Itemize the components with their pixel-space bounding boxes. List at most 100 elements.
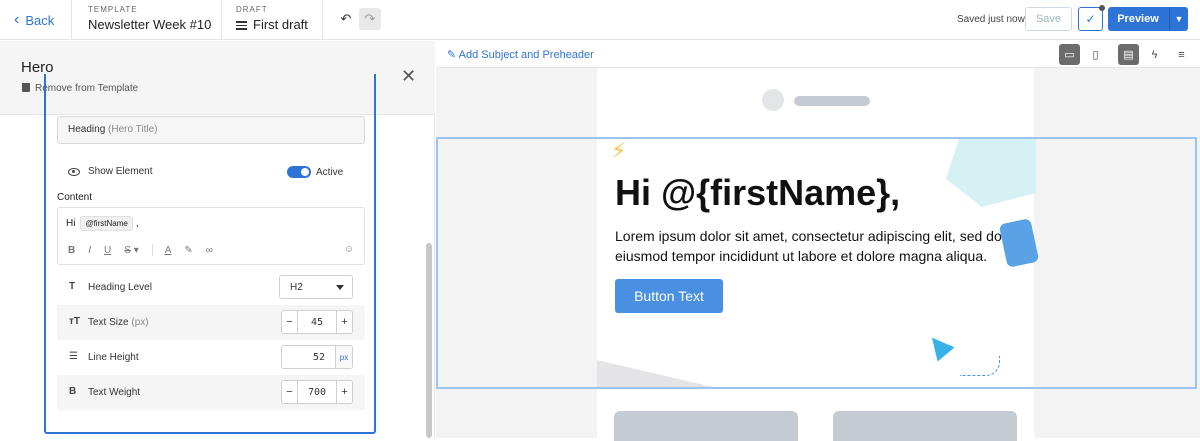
- show-element-row: Show Element: [68, 166, 152, 177]
- save-button[interactable]: Save: [1025, 7, 1072, 31]
- heading-element-field[interactable]: Heading (Hero Title): [57, 116, 365, 144]
- undo-button[interactable]: ↶: [335, 8, 357, 30]
- canvas-toolbar: ✎ Add Subject and Preheader ▭ ▯ ▤ ϟ ≡: [436, 41, 1200, 68]
- format-toolbar: B I U S ▾ A ✎ ∞: [68, 244, 226, 256]
- template-name: Newsletter Week #10: [88, 17, 212, 32]
- dashed-path-decoration: [960, 356, 1000, 376]
- show-element-label: Show Element: [88, 166, 153, 177]
- text-size-label: Text Size: [88, 317, 129, 328]
- mobile-view-button[interactable]: ▯: [1085, 44, 1106, 65]
- line-height-label: Line Height: [88, 352, 139, 363]
- text-size-label-group: Text Size (px): [88, 317, 149, 328]
- hero-button[interactable]: Button Text: [615, 279, 723, 313]
- approve-button[interactable]: ✓: [1078, 7, 1103, 31]
- panel-scrollbar[interactable]: [426, 243, 432, 438]
- line-height-input[interactable]: 52 px: [281, 345, 353, 369]
- text-weight-value[interactable]: 700: [298, 381, 336, 403]
- text-size-stepper[interactable]: − 45 +: [281, 310, 353, 334]
- pencil-icon: ✎: [447, 49, 457, 61]
- check-icon: ✓: [1085, 12, 1096, 26]
- preview-dropdown-button[interactable]: ▼: [1169, 7, 1188, 31]
- line-height-value[interactable]: 52: [282, 346, 335, 368]
- redo-icon: ↷: [364, 11, 376, 26]
- content-card-placeholder: [614, 411, 798, 441]
- bold-icon[interactable]: B: [68, 245, 75, 256]
- trash-icon: [22, 83, 30, 92]
- italic-icon[interactable]: I: [88, 245, 91, 256]
- text-weight-stepper[interactable]: − 700 +: [281, 380, 353, 404]
- text-align-button[interactable]: ≡: [1171, 44, 1192, 65]
- bold-weight-icon: B: [69, 386, 77, 397]
- active-label: Active: [316, 167, 344, 178]
- align-left-icon: ≡: [1178, 48, 1185, 61]
- draft-name-row: First draft: [236, 17, 322, 32]
- heading-field-label: Heading: [68, 124, 106, 135]
- emoji-icon[interactable]: ☺: [344, 244, 354, 255]
- text-size-unit: (px): [131, 317, 149, 328]
- increment-button[interactable]: +: [336, 381, 352, 403]
- add-subject-label: Add Subject and Preheader: [458, 49, 594, 61]
- heading-level-label: Heading Level: [88, 282, 152, 293]
- mobile-icon: ▯: [1092, 49, 1099, 61]
- hero-heading[interactable]: Hi @{firstName},: [615, 172, 900, 214]
- content-text[interactable]: Hi @firstName ,: [66, 216, 139, 231]
- line-height-unit[interactable]: px: [335, 346, 352, 368]
- heading-level-row: T Heading Level H2: [57, 270, 365, 305]
- preview-button-group: Preview ▼: [1108, 7, 1188, 31]
- redo-button[interactable]: ↷: [359, 8, 381, 30]
- text-size-value[interactable]: 45: [298, 311, 336, 333]
- text-weight-row: B Text Weight − 700 +: [57, 375, 365, 410]
- close-icon[interactable]: ✕: [401, 67, 416, 85]
- text-color-icon[interactable]: A: [165, 245, 172, 256]
- toolbar-divider: [151, 244, 153, 256]
- template-selector[interactable]: TEMPLATE Newsletter Week #10: [72, 0, 222, 40]
- heading-field-sublabel: (Hero Title): [108, 124, 158, 135]
- add-subject-link[interactable]: ✎ Add Subject and Preheader: [447, 48, 594, 61]
- line-height-icon: ☰: [69, 351, 78, 362]
- header-bar-placeholder: [794, 96, 870, 106]
- line-height-row: ☰ Line Height 52 px: [57, 340, 365, 375]
- desktop-view-button[interactable]: ▭: [1059, 44, 1080, 65]
- top-bar: ‹ Back TEMPLATE Newsletter Week #10 DRAF…: [0, 0, 1200, 40]
- highlight-icon[interactable]: ✎: [184, 245, 192, 256]
- caret-down-icon: [336, 285, 344, 290]
- draft-caption: DRAFT: [236, 5, 268, 14]
- content-label: Content: [57, 192, 93, 203]
- draft-name: First draft: [253, 17, 308, 32]
- heading-level-value: H2: [290, 282, 303, 293]
- text-size-icon: ᴛT: [69, 316, 81, 327]
- content-card-placeholder: [833, 411, 1017, 441]
- decrement-button[interactable]: −: [282, 311, 298, 333]
- link-icon[interactable]: ∞: [206, 245, 213, 256]
- back-button[interactable]: ‹ Back: [0, 0, 72, 40]
- strikethrough-icon[interactable]: S ▾: [124, 245, 138, 256]
- template-caption: TEMPLATE: [88, 5, 138, 14]
- draft-selector[interactable]: DRAFT First draft: [222, 0, 323, 40]
- lightning-icon: ⚡: [611, 138, 627, 163]
- menu-icon: [236, 19, 247, 32]
- back-label: Back: [25, 12, 55, 28]
- undo-icon: ↶: [340, 11, 352, 26]
- hero-paragraph[interactable]: Lorem ipsum dolor sit amet, consectetur …: [615, 226, 1010, 266]
- chevron-down-icon: ▼: [1174, 14, 1184, 24]
- text-icon: T: [69, 281, 76, 292]
- preview-button[interactable]: Preview: [1108, 7, 1168, 31]
- content-suffix: ,: [135, 218, 139, 229]
- eye-icon: [68, 167, 80, 176]
- chevron-left-icon: ‹: [14, 11, 20, 28]
- show-element-toggle[interactable]: [287, 166, 311, 178]
- saved-status: Saved just now: [957, 14, 1025, 25]
- underline-icon[interactable]: U: [104, 245, 111, 256]
- layout-view-button[interactable]: ▤: [1118, 44, 1139, 65]
- increment-button[interactable]: +: [336, 311, 352, 333]
- text-size-row: ᴛT Text Size (px) − 45 +: [57, 305, 365, 340]
- bolt-icon: ϟ: [1151, 48, 1158, 61]
- merge-tag[interactable]: @firstName: [80, 216, 133, 231]
- text-weight-label: Text Weight: [88, 387, 141, 398]
- decrement-button[interactable]: −: [282, 381, 298, 403]
- logo-placeholder: [762, 89, 784, 111]
- content-editor[interactable]: Hi @firstName , B I U S ▾ A ✎ ∞ ☺: [57, 207, 365, 265]
- desktop-icon: ▭: [1064, 49, 1075, 61]
- heading-level-select[interactable]: H2: [279, 275, 353, 299]
- bolt-view-button[interactable]: ϟ: [1144, 44, 1165, 65]
